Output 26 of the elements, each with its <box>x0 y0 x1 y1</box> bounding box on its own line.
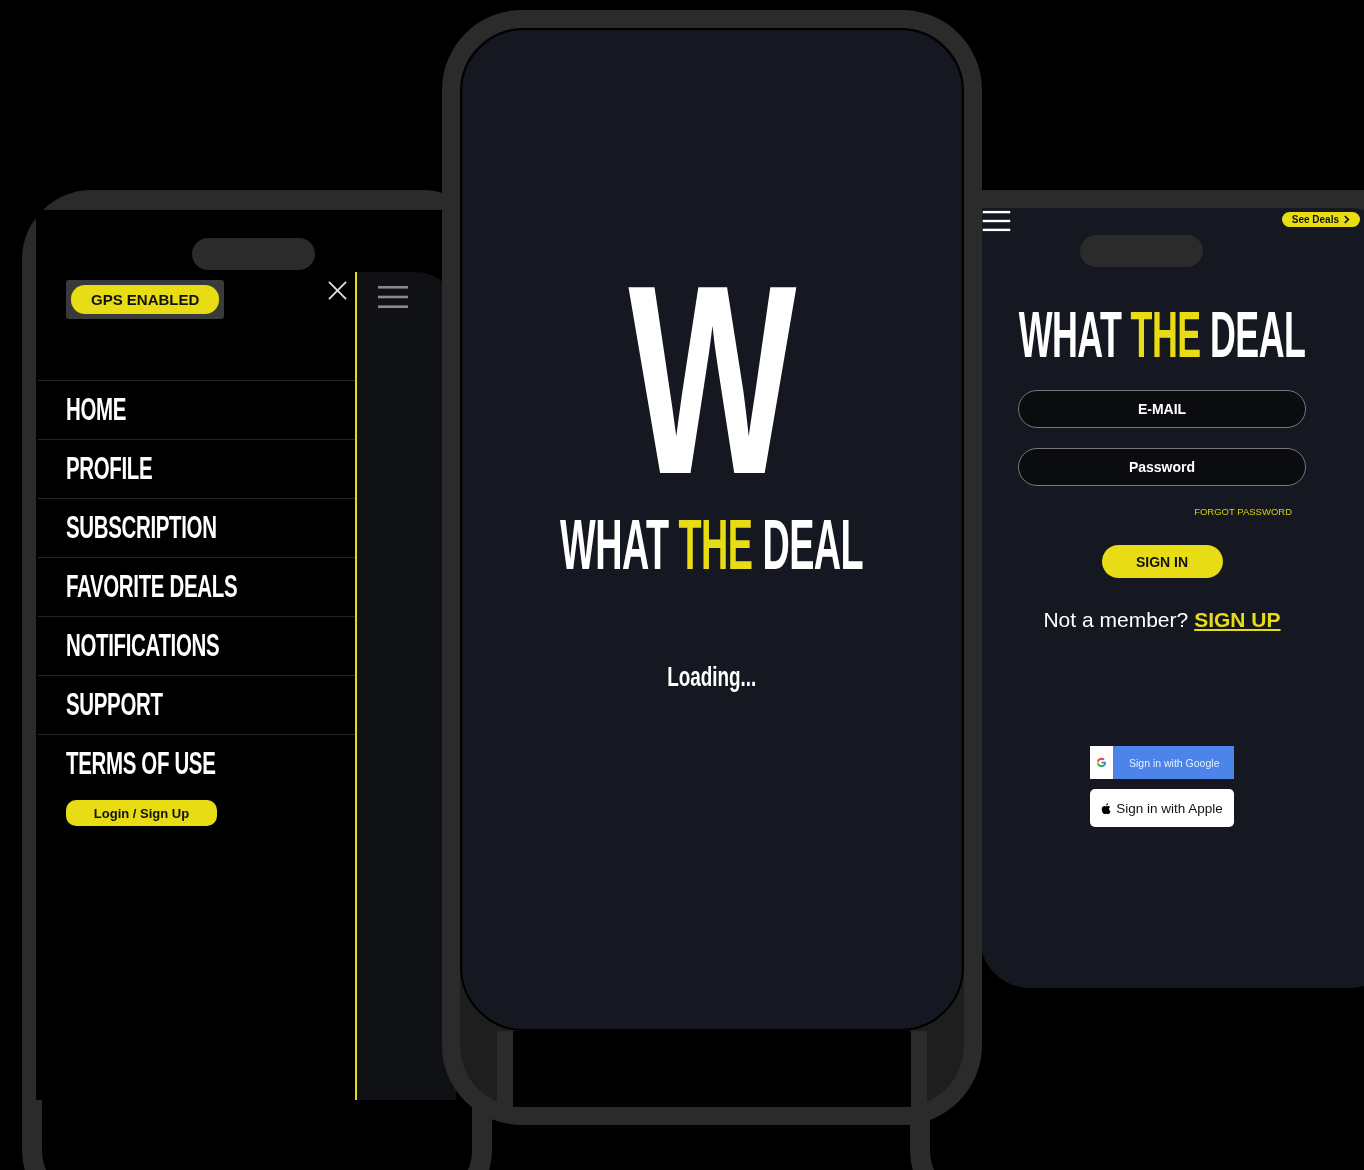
menu-icon[interactable] <box>982 210 1011 232</box>
see-deals-button[interactable]: See Deals <box>1281 212 1360 227</box>
sign-up-link[interactable]: SIGN UP <box>1194 608 1281 632</box>
email-field[interactable]: E-MAIL <box>1018 390 1306 428</box>
app-logo-text: WHATTHEDEAL <box>560 510 864 580</box>
google-g-icon <box>1095 756 1108 769</box>
close-icon[interactable] <box>328 281 347 300</box>
member-prompt: Not a member? <box>1043 608 1189 632</box>
password-field[interactable]: Password <box>1018 448 1306 486</box>
menu-item[interactable]: SUPPORT <box>38 675 355 734</box>
menu-item[interactable]: PROFILE <box>38 439 355 498</box>
menu-item[interactable]: TERMS OF USE <box>38 734 355 793</box>
sign-in-button[interactable]: SIGN IN <box>1101 545 1223 578</box>
logo-letter: W <box>627 280 797 480</box>
apple-icon <box>1101 802 1112 814</box>
menu-item[interactable]: NOTIFICATIONS <box>38 616 355 675</box>
login-signup-button[interactable]: Login / Sign Up <box>66 800 217 826</box>
apple-sign-in-button[interactable]: Sign in with Apple <box>1090 789 1234 827</box>
loading-text: Loading... <box>667 662 757 693</box>
menu-item[interactable]: SUBSCRIPTION <box>38 498 355 557</box>
forgot-password-link[interactable]: FORGOT PASSWORD <box>1194 506 1292 517</box>
chevron-icon <box>1343 215 1350 224</box>
menu-item[interactable]: FAVORITE DEALS <box>38 557 355 616</box>
menu-item[interactable]: HOME <box>38 380 355 439</box>
app-logo-text: WHATTHEDEAL <box>1018 302 1306 368</box>
gps-badge: GPS ENABLED <box>71 285 220 314</box>
